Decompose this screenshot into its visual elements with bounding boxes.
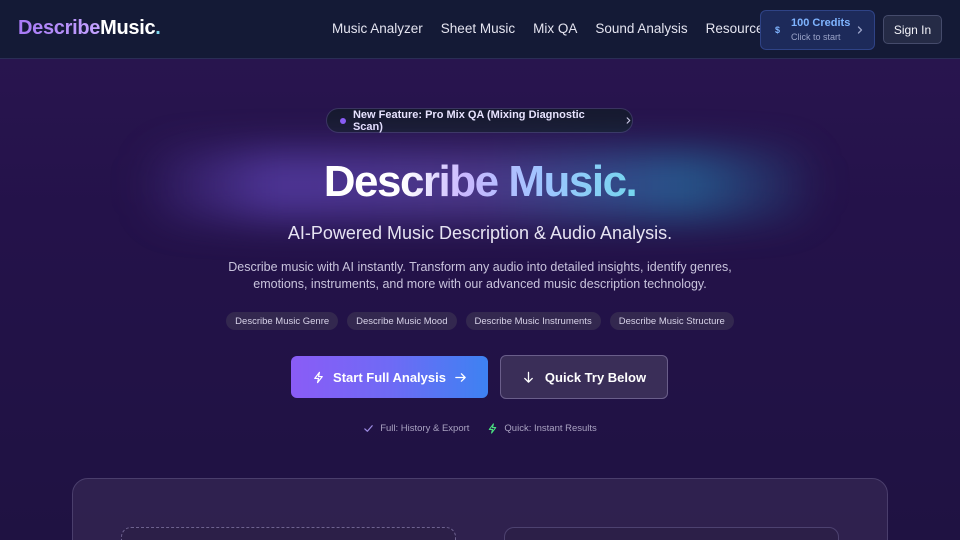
credits-count: 100 Credits	[791, 17, 851, 29]
hero-subtitle: AI-Powered Music Description & Audio Ana…	[287, 223, 673, 243]
lightning-icon	[314, 371, 323, 383]
nav-link-music-analyzer[interactable]: Music Analyzer	[332, 21, 423, 36]
hint-quick-text: Quick: Instant Results	[504, 423, 597, 434]
chip-instruments[interactable]: Describe Music Instruments	[465, 312, 601, 330]
hero-title: Describe Music.	[0, 157, 960, 207]
feature-chips: Describe Music Genre Describe Music Mood…	[0, 312, 960, 330]
logo-part-describe: Describe	[18, 17, 101, 39]
nav-link-mix-qa[interactable]: Mix QA	[533, 21, 577, 36]
hero-title-text: Describe Music.	[323, 157, 638, 206]
logo-part-music: Music	[100, 17, 156, 39]
credits-subtext: Click to start	[791, 32, 841, 42]
mode-hints: Full: History & Export Quick: Instant Re…	[0, 423, 960, 434]
dollar-icon: $	[775, 25, 781, 35]
nav-link-sheet-music[interactable]: Sheet Music	[441, 21, 515, 36]
upload-dropzone[interactable]	[121, 527, 456, 540]
credits-button[interactable]: $ 100 Credits Click to start	[760, 10, 875, 50]
chevron-right-icon	[857, 26, 863, 34]
hint-full: Full: History & Export	[363, 423, 469, 434]
arrow-right-icon	[455, 372, 466, 382]
hint-quick: Quick: Instant Results	[487, 423, 597, 434]
logo-part-dot: .	[155, 17, 161, 39]
chip-structure[interactable]: Describe Music Structure	[609, 312, 734, 330]
chevron-right-icon	[626, 117, 631, 124]
navbar: DescribeMusic. Music Analyzer Sheet Musi…	[0, 0, 960, 59]
logo[interactable]: DescribeMusic.	[18, 17, 161, 40]
check-icon	[364, 425, 373, 432]
new-feature-pill[interactable]: New Feature: Pro Mix QA (Mixing Diagnost…	[326, 108, 633, 133]
nav-links: Music Analyzer Sheet Music Mix QA Sound …	[332, 21, 802, 36]
arrow-down-icon	[524, 371, 533, 383]
quick-try-below-label: Quick Try Below	[544, 369, 647, 385]
chip-genre[interactable]: Describe Music Genre	[226, 312, 339, 330]
pill-dot-icon	[340, 117, 346, 124]
start-full-analysis-button[interactable]: Start Full Analysis	[291, 356, 488, 398]
sign-in-button[interactable]: Sign In	[883, 15, 942, 44]
nav-link-sound-analysis[interactable]: Sound Analysis	[595, 21, 687, 36]
start-full-analysis-label: Start Full Analysis	[333, 369, 446, 385]
hint-full-text: Full: History & Export	[380, 423, 470, 434]
hero-description: Describe music with AI instantly. Transf…	[228, 260, 732, 291]
chip-mood[interactable]: Describe Music Mood	[347, 312, 457, 330]
results-card	[504, 527, 839, 540]
quick-try-below-button[interactable]: Quick Try Below	[500, 355, 668, 399]
lightning-icon	[489, 423, 497, 434]
new-feature-text: New Feature: Pro Mix QA (Mixing Diagnost…	[352, 108, 585, 133]
